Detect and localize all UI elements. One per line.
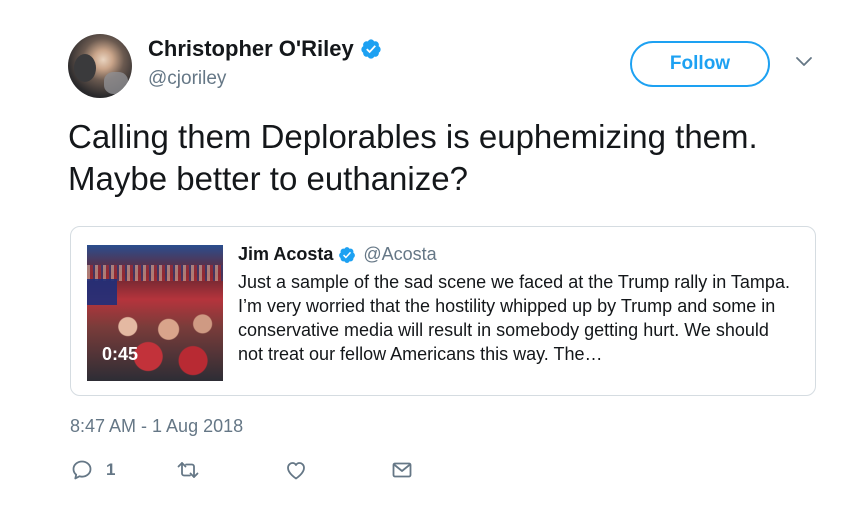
chevron-down-icon[interactable]: [794, 52, 814, 72]
tweet-text: Calling them Deplorables is euphemizing …: [68, 118, 758, 197]
thumbnail-sign: [87, 279, 117, 305]
video-duration: 0:45: [102, 344, 139, 364]
author-avatar[interactable]: [68, 34, 132, 98]
quoted-tweet-text: Just a sample of the sad scene we faced …: [238, 272, 790, 364]
retweet-icon[interactable]: [176, 458, 200, 482]
author-name[interactable]: Christopher O'Riley: [148, 36, 354, 62]
like-icon[interactable]: [284, 458, 308, 482]
reply-count: 1: [106, 460, 116, 479]
verified-badge-icon: [361, 39, 381, 59]
message-action[interactable]: [390, 458, 414, 482]
tweet-timestamp[interactable]: 8:47 AM - 1 Aug 2018: [70, 416, 243, 437]
verified-badge-icon: [339, 246, 356, 263]
retweet-action[interactable]: [176, 458, 200, 482]
message-icon[interactable]: [390, 458, 414, 482]
like-action[interactable]: [284, 458, 308, 482]
author-name-row[interactable]: Christopher O'Riley: [148, 36, 382, 62]
follow-button[interactable]: Follow: [630, 41, 770, 87]
quoted-author-handle[interactable]: @Acosta: [363, 244, 436, 265]
quoted-author-name[interactable]: Jim Acosta: [238, 244, 333, 265]
avatar-headphones: [74, 54, 96, 82]
author-handle[interactable]: @cjoriley: [148, 68, 226, 90]
quoted-author-row[interactable]: Jim Acosta @Acosta: [238, 244, 437, 265]
avatar-face: [104, 72, 128, 94]
reply-action[interactable]: 1: [70, 458, 115, 482]
reply-icon[interactable]: [70, 458, 94, 482]
